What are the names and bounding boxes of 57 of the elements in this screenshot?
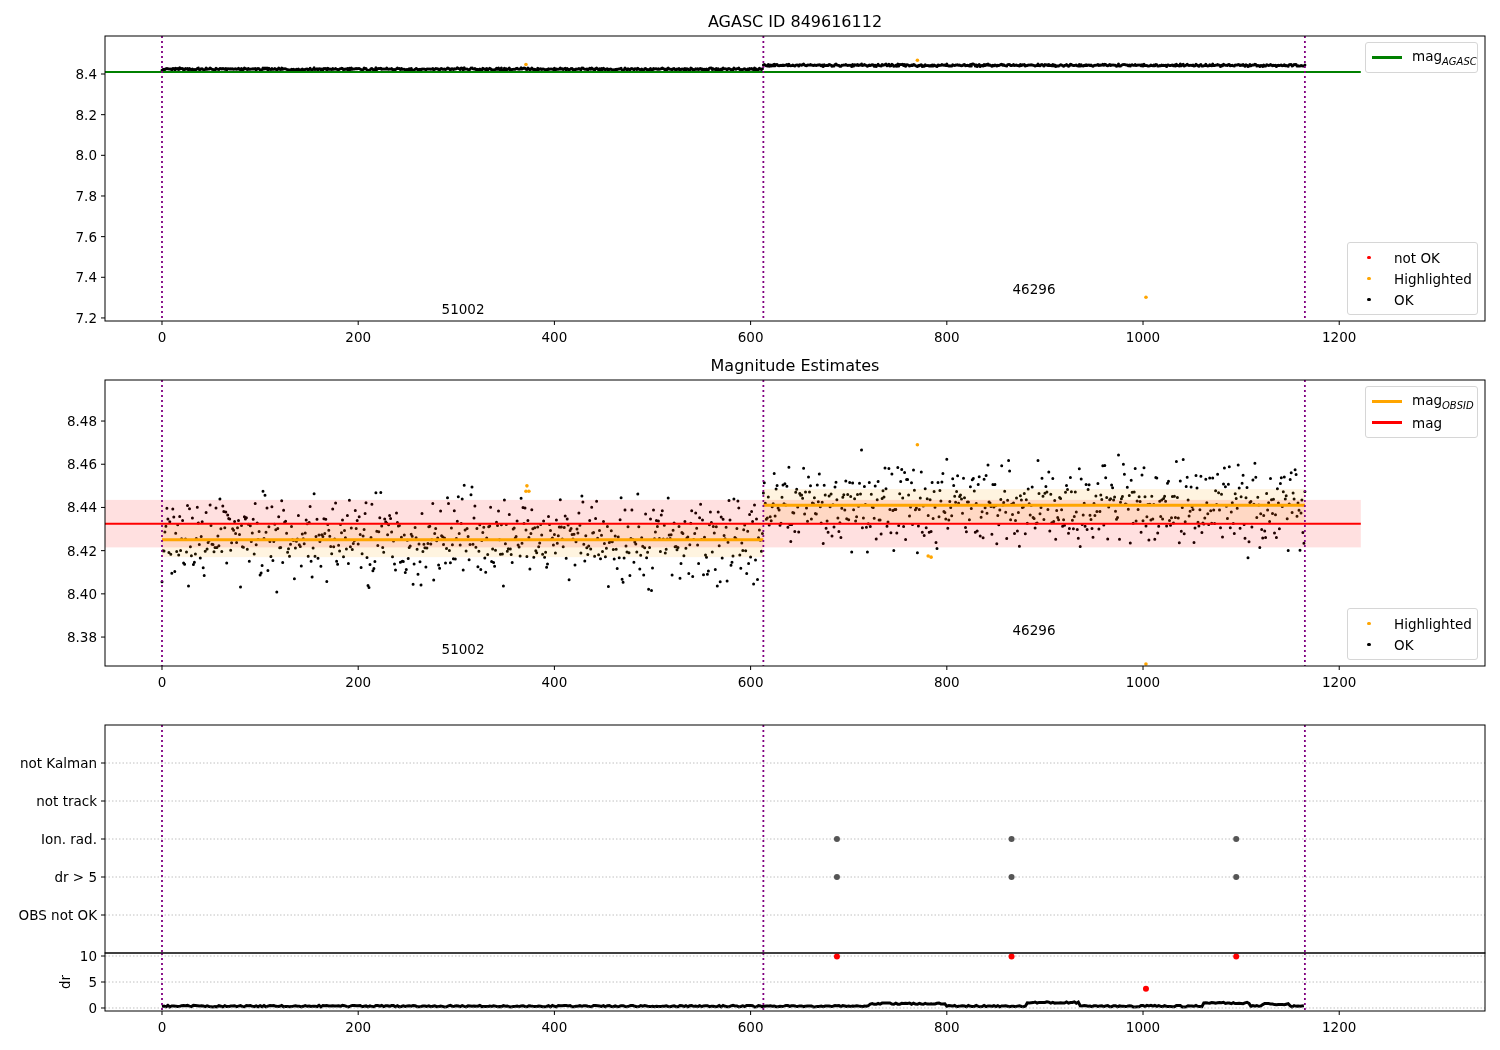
tick-label: Ion. rad. [40, 831, 97, 847]
tick-label: 400 [541, 329, 568, 345]
tick-label: 1000 [1125, 329, 1161, 345]
tick-label: 5 [88, 974, 97, 990]
tick-label: 200 [345, 674, 372, 690]
tick-label: 8.40 [66, 585, 97, 602]
tick-label: 1000 [1125, 1019, 1161, 1035]
obsid-label: 46296 [1012, 621, 1056, 638]
tick-label: 1200 [1322, 1019, 1357, 1035]
tick-label: 7.2 [75, 309, 97, 326]
tick-label: 8.44 [66, 499, 97, 516]
tick-label: 7.8 [75, 188, 97, 204]
legend-label: Highlighted [1394, 270, 1472, 287]
tick-label: 400 [541, 674, 568, 690]
tick-label: not Kalman [19, 755, 97, 771]
tick-label: 7.4 [75, 269, 97, 286]
legend-label: OK [1394, 636, 1414, 653]
tick-label: 0 [157, 674, 167, 690]
obsid-label: 51002 [441, 300, 485, 317]
legend-label: mag$_{OBSID}$ [1412, 392, 1474, 411]
tick-label: 8.0 [75, 147, 97, 164]
tick-label: 600 [737, 674, 764, 690]
tick-label: 800 [933, 329, 960, 345]
tick-label: 200 [345, 329, 372, 345]
tick-label: 0 [157, 1019, 167, 1035]
tick-label: 800 [933, 1019, 960, 1035]
tick-label: not track [36, 793, 97, 809]
tick-label: 200 [345, 1019, 372, 1035]
chart-title: AGASC ID 849616112 [707, 12, 883, 31]
axis-label: dr [57, 974, 73, 990]
obsid-label: 46296 [1012, 280, 1056, 297]
tick-label: 8.46 [66, 456, 97, 473]
legend-label: OK [1394, 291, 1414, 308]
tick-label: 8.48 [66, 413, 97, 430]
tick-label: 1200 [1322, 674, 1357, 690]
tick-label: 8.4 [75, 66, 97, 82]
tick-label: 8.38 [66, 629, 97, 646]
tick-label: 600 [737, 1019, 764, 1035]
obsid-label: 51002 [441, 641, 485, 658]
tick-label: 1000 [1125, 674, 1161, 690]
tick-label: 8.2 [75, 106, 97, 123]
tick-label: 1200 [1322, 329, 1357, 345]
tick-label: 800 [933, 674, 960, 690]
tick-label: 0 [88, 1000, 97, 1016]
tick-label: dr > 5 [54, 869, 97, 885]
chart-title: Magnitude Estimates [710, 356, 880, 375]
tick-label: OBS not OK [18, 907, 97, 923]
tick-label: 600 [737, 329, 764, 345]
tick-label: 0 [157, 329, 167, 345]
legend-label: mag [1412, 414, 1442, 431]
legend-label: not OK [1394, 249, 1440, 266]
legend-label: Highlighted [1394, 615, 1472, 632]
tick-label: 8.42 [66, 542, 97, 559]
tick-label: 400 [541, 1019, 568, 1035]
tick-label: 7.6 [75, 228, 97, 245]
tick-label: 10 [79, 948, 97, 964]
legend-label: mag$_{AGASC}$ [1412, 48, 1477, 67]
